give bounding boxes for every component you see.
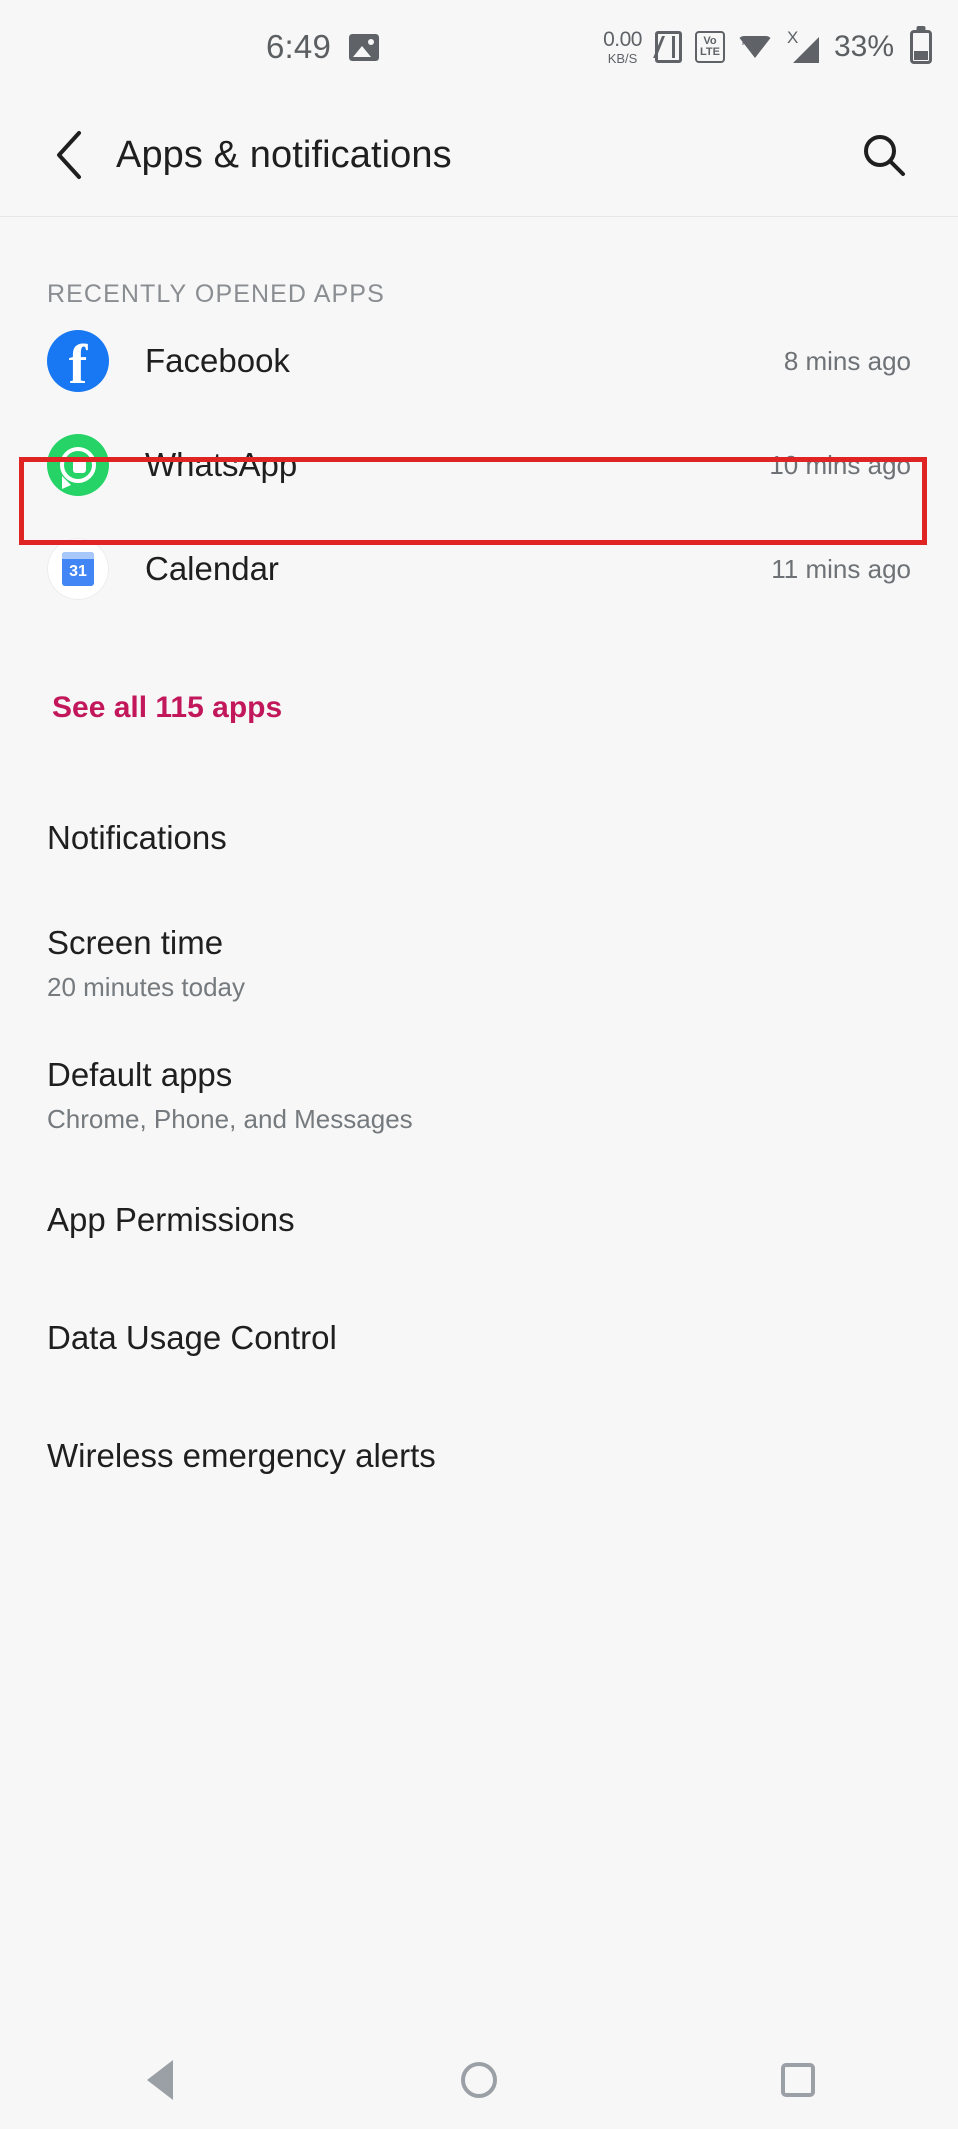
recent-app-row-calendar[interactable]: 31 Calendar 11 mins ago bbox=[0, 517, 958, 621]
network-speed-indicator: 0.00 KB/S bbox=[603, 29, 642, 65]
page-title: Apps & notifications bbox=[116, 133, 452, 176]
nfc-icon bbox=[654, 31, 682, 63]
back-triangle-icon bbox=[146, 2059, 173, 2100]
back-button[interactable] bbox=[105, 2030, 215, 2129]
battery-icon bbox=[910, 30, 932, 64]
photo-icon bbox=[349, 33, 380, 61]
status-bar-right: 0.00 KB/S Vo LTE ⇅ X 33% bbox=[603, 29, 932, 65]
home-button[interactable] bbox=[424, 2030, 534, 2129]
volte-icon: Vo LTE bbox=[694, 31, 725, 63]
menu-item-notifications[interactable]: Notifications bbox=[0, 779, 958, 897]
menu-item-subtitle: Chrome, Phone, and Messages bbox=[47, 1103, 413, 1134]
wifi-activity-arrows: ⇅ bbox=[739, 36, 750, 48]
network-speed-value: 0.00 bbox=[603, 28, 642, 51]
menu-item-wireless-emergency-alerts[interactable]: Wireless emergency alerts bbox=[0, 1397, 958, 1515]
app-bar: Apps & notifications bbox=[0, 94, 958, 216]
menu-item-title: Notifications bbox=[47, 819, 227, 856]
battery-percent-label: 33% bbox=[833, 30, 894, 63]
status-bar: 6:49 0.00 KB/S Vo LTE ⇅ X 33% bbox=[0, 0, 958, 94]
home-circle-icon bbox=[460, 2061, 497, 2098]
recently-opened-apps-label: RECENTLY OPENED APPS bbox=[47, 280, 385, 308]
menu-item-data-usage-control[interactable]: Data Usage Control bbox=[0, 1279, 958, 1397]
menu-item-app-permissions[interactable]: App Permissions bbox=[0, 1161, 958, 1279]
recent-app-time: 10 mins ago bbox=[769, 449, 911, 480]
menu-item-screen-time[interactable]: Screen time 20 minutes today bbox=[0, 897, 958, 1029]
facebook-glyph: f bbox=[68, 334, 88, 397]
whatsapp-icon bbox=[47, 434, 109, 496]
signal-icon: X bbox=[785, 29, 819, 63]
back-chevron-icon[interactable] bbox=[40, 126, 98, 184]
system-nav-bar bbox=[0, 2030, 958, 2129]
menu-item-title: Data Usage Control bbox=[47, 1319, 337, 1356]
menu-item-default-apps[interactable]: Default apps Chrome, Phone, and Messages bbox=[0, 1029, 958, 1161]
network-speed-unit: KB/S bbox=[607, 51, 638, 66]
recent-app-name: Calendar bbox=[145, 550, 279, 587]
recent-app-name: WhatsApp bbox=[145, 446, 298, 483]
recent-app-row-facebook[interactable]: f Facebook 8 mins ago bbox=[0, 309, 958, 413]
menu-item-title: Wireless emergency alerts bbox=[47, 1437, 436, 1474]
recents-square-icon bbox=[781, 2062, 816, 2097]
see-all-apps-link[interactable]: See all 115 apps bbox=[0, 621, 282, 725]
recent-app-row-whatsapp[interactable]: WhatsApp 10 mins ago bbox=[0, 413, 958, 517]
recent-app-time: 11 mins ago bbox=[771, 553, 911, 584]
menu-item-title: App Permissions bbox=[47, 1201, 295, 1238]
recent-app-name: Facebook bbox=[145, 342, 290, 379]
phone-screen: 6:49 0.00 KB/S Vo LTE ⇅ X 33% Apps & not… bbox=[0, 0, 958, 2129]
recent-app-time: 8 mins ago bbox=[783, 345, 911, 376]
calendar-icon: 31 bbox=[47, 538, 109, 600]
menu-item-title: Screen time bbox=[47, 923, 224, 961]
volte-label-bottom: LTE bbox=[699, 46, 720, 58]
status-clock: 6:49 bbox=[266, 28, 332, 65]
settings-menu-list: Notifications Screen time 20 minutes tod… bbox=[0, 779, 958, 1515]
menu-item-title: Default apps bbox=[47, 1055, 233, 1093]
status-bar-left: 6:49 bbox=[266, 28, 380, 66]
search-icon[interactable] bbox=[852, 123, 916, 187]
recents-button[interactable] bbox=[743, 2030, 853, 2129]
settings-content: RECENTLY OPENED APPS f Facebook 8 mins a… bbox=[0, 217, 958, 1515]
facebook-icon: f bbox=[47, 330, 109, 397]
menu-item-subtitle: 20 minutes today bbox=[47, 971, 246, 1002]
signal-bars bbox=[792, 37, 819, 63]
wifi-icon: ⇅ bbox=[737, 32, 772, 62]
calendar-day-number: 31 bbox=[69, 563, 87, 580]
